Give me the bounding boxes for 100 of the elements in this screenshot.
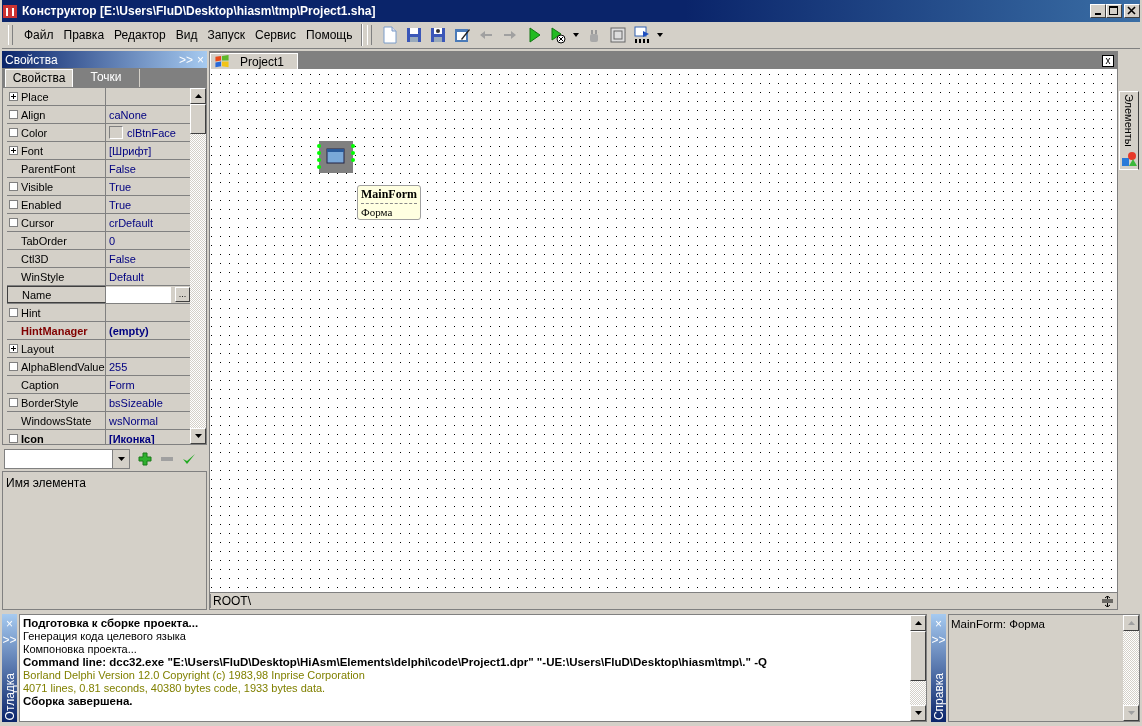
property-value: Default	[109, 270, 144, 283]
element-name: MainForm	[361, 187, 417, 204]
property-row[interactable]: Align caNone	[7, 106, 190, 124]
checkbox-icon[interactable]	[9, 200, 18, 209]
property-row[interactable]: Font [Шрифт]	[7, 142, 190, 160]
property-row[interactable]: Visible True	[7, 178, 190, 196]
checkbox-icon[interactable]	[9, 128, 18, 137]
expand-icon[interactable]	[9, 146, 18, 155]
minimize-icon	[1095, 13, 1101, 15]
property-name: Visible	[21, 180, 54, 193]
run-stop-icon[interactable]	[549, 26, 568, 44]
property-name: HintManager	[21, 324, 88, 337]
log-line: 4071 lines, 0.81 seconds, 40380 bytes code, 1933 bytes data.	[23, 682, 327, 695]
panel-title: Свойства	[5, 52, 59, 67]
expand-icon[interactable]	[9, 92, 18, 101]
property-row[interactable]: Enabled True	[7, 196, 190, 214]
close-tab-button[interactable]: x	[1102, 55, 1114, 67]
checkmark-icon[interactable]	[182, 452, 196, 466]
property-row[interactable]: Color clBtnFace	[7, 124, 190, 142]
path-field: ROOT\	[210, 594, 1098, 608]
property-row[interactable]: TabOrder 0	[7, 232, 190, 250]
editor-tab[interactable]: Project1	[210, 53, 298, 69]
scrollbar[interactable]	[190, 88, 206, 444]
checkbox-icon[interactable]	[9, 182, 18, 191]
property-row[interactable]: Hint	[7, 304, 190, 322]
menu-item[interactable]: Вид	[170, 28, 203, 42]
menu-item[interactable]: Правка	[58, 28, 110, 42]
menu-item[interactable]: Редактор	[109, 28, 171, 42]
menu-item[interactable]: Помощь	[301, 28, 358, 42]
checkbox-icon[interactable]	[9, 218, 18, 227]
help-panel-title: Справка	[931, 672, 946, 722]
property-name: Enabled	[21, 198, 62, 211]
panel-tab[interactable]: Свойства	[5, 69, 73, 87]
form-component[interactable]	[317, 140, 355, 174]
close-button[interactable]	[1124, 4, 1140, 18]
checkbox-icon[interactable]	[9, 434, 18, 443]
property-name: WindowsState	[21, 414, 92, 427]
add-icon[interactable]	[138, 452, 152, 466]
browse-button[interactable]: ...	[175, 287, 190, 302]
property-name: Icon	[21, 432, 44, 444]
property-value: [Шрифт]	[109, 144, 152, 157]
property-row[interactable]: Layout	[7, 340, 190, 358]
property-row[interactable]: Place	[7, 88, 190, 106]
design-canvas[interactable]: MainForm Форма	[210, 69, 1117, 592]
checkbox-icon[interactable]	[9, 362, 18, 371]
property-value: True	[109, 198, 132, 211]
property-name: Ctl3D	[21, 252, 49, 265]
scroll-up-icon[interactable]	[194, 94, 202, 98]
checkbox-icon[interactable]	[9, 110, 18, 119]
checkbox-icon[interactable]	[9, 308, 18, 317]
property-name: Caption	[21, 378, 59, 391]
window-title: Конструктор [E:\Users\FluD\Desktop\hiasm\tmp\Project1.sha]	[22, 4, 377, 18]
dropdown-caret-icon[interactable]	[573, 33, 580, 37]
elements-tab[interactable]: Элементы	[1119, 91, 1139, 170]
menu-item[interactable]: Запуск	[202, 28, 250, 42]
property-value: 0	[109, 234, 116, 247]
frame-icon[interactable]	[609, 26, 628, 44]
maximize-button[interactable]	[1106, 4, 1122, 18]
scroll-down-icon[interactable]	[914, 711, 922, 715]
edit-icon[interactable]	[453, 26, 472, 44]
compile-icon[interactable]	[633, 26, 652, 44]
property-name: BorderStyle	[21, 396, 79, 409]
splitter-icon[interactable]	[1102, 595, 1113, 607]
property-value: bsSizeable	[109, 396, 163, 409]
save-icon[interactable]	[405, 26, 424, 44]
name-input-field[interactable]	[106, 286, 171, 303]
log-line: Компоновка проекта...	[23, 643, 138, 656]
menu-item[interactable]: Файл	[19, 28, 59, 42]
property-name: Align	[21, 108, 46, 121]
close-icon	[1127, 6, 1137, 16]
log-line: Сборка завершена.	[23, 695, 134, 708]
log-line: Генерация кода целевого языка	[23, 630, 187, 643]
description-text: Имя элемента	[6, 476, 86, 490]
element-combo-box[interactable]	[4, 449, 130, 469]
log-line: Подготовка к сборке проекта...	[23, 617, 200, 630]
scrollbar[interactable]	[910, 615, 926, 721]
property-row[interactable]: WindowsState wsNormal	[7, 412, 190, 430]
scroll-thumb[interactable]	[190, 104, 206, 134]
debug-panel-title: Отладка	[2, 672, 17, 722]
menu-item[interactable]: Сервис	[250, 28, 302, 42]
property-value: False	[109, 162, 136, 175]
scroll-up-icon[interactable]	[914, 621, 922, 625]
log-line: Borland Delphi Version 12.0 Copyright (c) 1983,98 Inprise Corporation	[23, 669, 366, 682]
property-row[interactable]: Ctl3D False	[7, 250, 190, 268]
property-value: caNone	[109, 108, 147, 121]
dropdown-caret-icon[interactable]	[657, 33, 664, 37]
property-row[interactable]: Cursor crDefault	[7, 214, 190, 232]
save-as-icon[interactable]	[429, 26, 448, 44]
scroll-thumb[interactable]	[910, 631, 926, 681]
checkbox-icon[interactable]	[9, 398, 18, 407]
minimize-button[interactable]	[1090, 4, 1106, 18]
property-row[interactable]: HintManager (empty)	[7, 322, 190, 340]
property-value: Form	[109, 378, 135, 391]
property-row[interactable]: ParentFont False	[7, 160, 190, 178]
property-row[interactable]: Caption Form	[7, 376, 190, 394]
scroll-down-icon[interactable]	[194, 434, 202, 438]
property-row[interactable]: BorderStyle bsSizeable	[7, 394, 190, 412]
property-name: Color	[21, 126, 48, 139]
expand-icon[interactable]	[9, 344, 18, 353]
property-row[interactable]: AlphaBlendValue 255	[7, 358, 190, 376]
